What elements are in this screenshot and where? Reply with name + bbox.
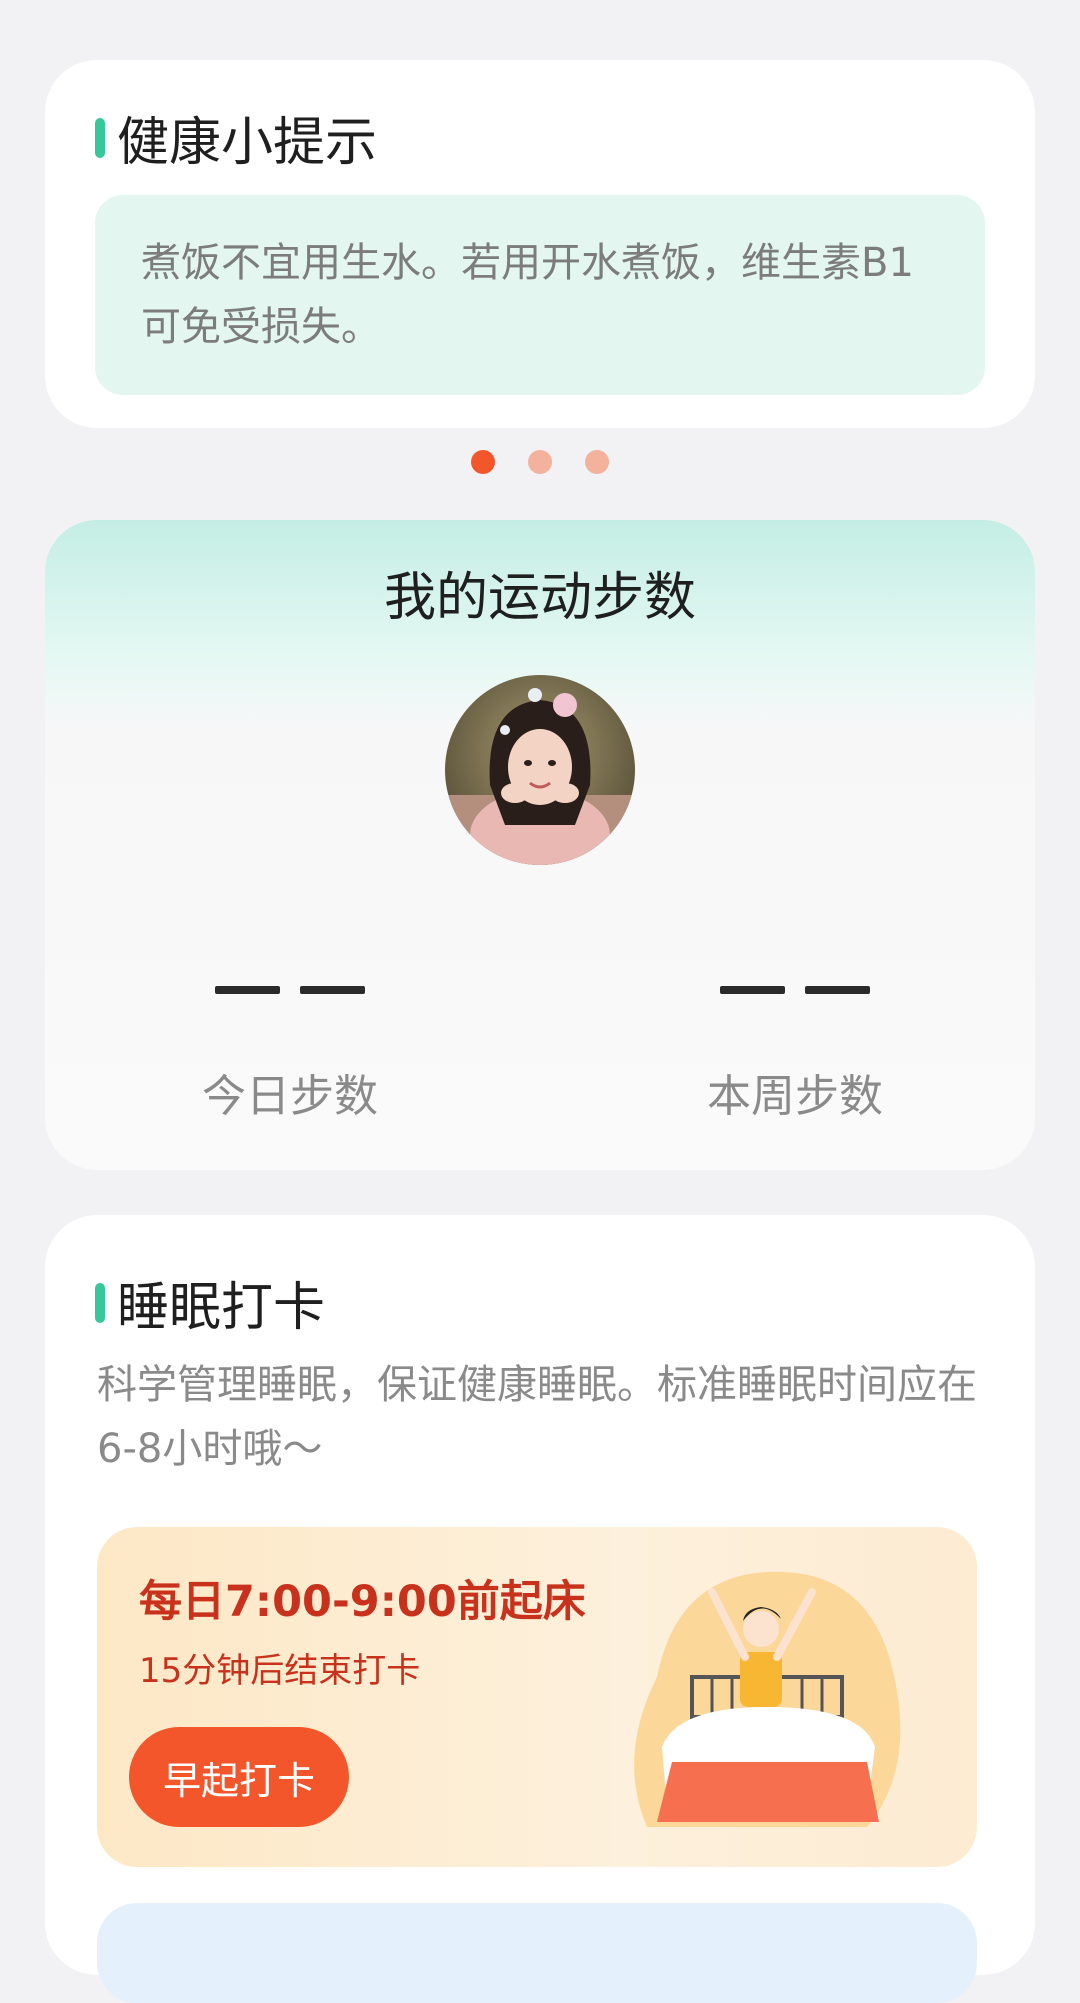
carousel-dot[interactable]: [471, 450, 495, 474]
week-steps-value: [595, 950, 995, 1030]
carousel-dot[interactable]: [528, 450, 552, 474]
carousel-indicator: [0, 450, 1080, 474]
today-steps-label: 今日步数: [202, 1071, 378, 1122]
sleep-description: 科学管理睡眠，保证健康睡眠。标准睡眠时间应在6-8小时哦～: [97, 1362, 977, 1472]
wake-up-checkin-button[interactable]: 早起打卡: [129, 1727, 349, 1827]
today-steps: 今日步数: [90, 950, 490, 1124]
placeholder-dash: [720, 986, 785, 994]
wake-up-time-range: 每日7:00-9:00前起床: [139, 1577, 586, 1627]
avatar[interactable]: [445, 675, 635, 865]
carousel-dot[interactable]: [585, 450, 609, 474]
health-tip-title: 健康小提示: [117, 113, 378, 173]
steps-title: 我的运动步数: [383, 568, 696, 628]
health-tip-content: 煮饭不宜用生水。若用开水煮饭，维生素B1可免受损失。: [95, 195, 985, 395]
next-checkin-panel: [97, 1903, 977, 2003]
placeholder-dash: [215, 986, 280, 994]
week-steps: 本周步数: [595, 950, 995, 1124]
sleep-checkin-card[interactable]: 睡眠打卡 科学管理睡眠，保证健康睡眠。标准睡眠时间应在6-8小时哦～ 每日7:0…: [45, 1215, 1035, 2003]
placeholder-dash: [300, 986, 365, 994]
health-tip-text: 煮饭不宜用生水。若用开水煮饭，维生素B1可免受损失。: [141, 240, 914, 350]
wake-up-checkin-panel: 每日7:00-9:00前起床 15分钟后结束打卡 早起打卡: [97, 1527, 977, 1867]
my-steps-card[interactable]: 我的运动步数 今日步数 本周步数: [45, 520, 1035, 1170]
today-steps-value: [90, 950, 490, 1030]
sleep-title: 睡眠打卡: [117, 1278, 326, 1338]
wake-up-illustration: [634, 1571, 901, 1827]
health-tip-card[interactable]: 健康小提示 煮饭不宜用生水。若用开水煮饭，维生素B1可免受损失。: [45, 60, 1035, 428]
title-accent-bar: [95, 1282, 105, 1323]
sleep-header: 睡眠打卡: [95, 1265, 325, 1340]
wake-up-countdown: 15分钟后结束打卡: [139, 1651, 421, 1691]
health-tip-header: 健康小提示: [95, 100, 377, 175]
week-steps-label: 本周步数: [707, 1071, 883, 1122]
avatar-image: [445, 675, 635, 865]
placeholder-dash: [805, 986, 870, 994]
title-accent-bar: [95, 117, 105, 158]
